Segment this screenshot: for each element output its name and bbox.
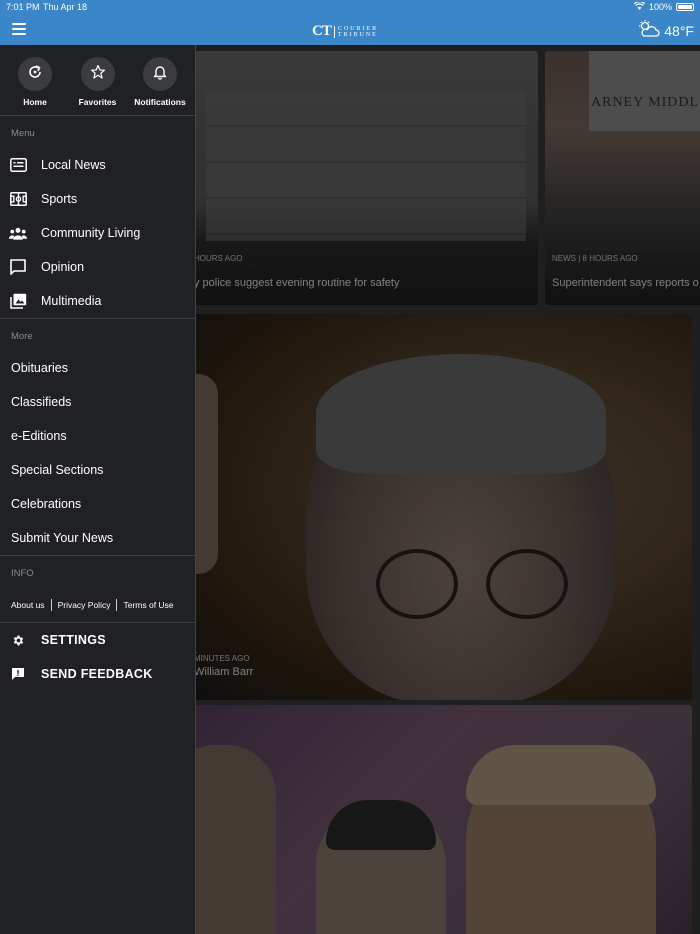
quick-action-notifications[interactable]: Notifications [129,57,191,115]
refresh-icon [27,64,43,85]
bell-icon [152,64,168,85]
menu-item-obituaries[interactable]: Obituaries [0,351,195,385]
quick-action-home[interactable]: Home [4,57,66,115]
notifications-button-circle [143,57,177,91]
feedback-icon [11,667,25,681]
menu-item-e-editions[interactable]: e-Editions [0,419,195,453]
newspaper-icon [9,156,27,174]
news-feed: HOURS AGO y police suggest evening routi… [196,45,700,934]
battery-icon [676,3,694,11]
quick-action-favorites[interactable]: Favorites [67,57,129,115]
courier-tribune-logo[interactable]: CT COURIER TRIBUNE [312,23,378,40]
status-right: 100% [633,1,694,12]
logo-line-2: TRIBUNE [337,31,378,38]
menu-item-opinion[interactable]: Opinion [0,250,195,284]
speech-bubble-icon [9,258,27,276]
menu-item-label: Multimedia [41,294,102,308]
favorites-button-circle [80,57,115,91]
photo-library-icon [9,292,27,310]
terms-of-use-link[interactable]: Terms of Use [123,600,173,610]
menu-item-label: Local News [41,158,106,172]
link-separator [116,599,118,611]
menu-item-community-living[interactable]: Community Living [0,216,195,250]
navigation-drawer: Home Favorites Notifications Menu Local … [0,45,196,934]
weather-widget[interactable]: 48°F [638,20,694,41]
menu-item-label: Community Living [41,226,141,240]
menu-section-label: Menu [11,128,35,139]
status-bar: 7:01 PM Thu Apr 18 100% [0,0,700,14]
star-icon [90,64,106,85]
send-feedback-button[interactable]: SEND FEEDBACK [0,657,195,691]
settings-button[interactable]: SETTINGS [0,623,195,657]
menu-item-sports[interactable]: Sports [0,182,195,216]
app-header: CT COURIER TRIBUNE 48°F [0,14,700,45]
temperature: 48°F [664,22,694,39]
more-section-label: More [11,331,33,342]
menu-item-special-sections[interactable]: Special Sections [0,453,195,487]
soccer-field-icon [9,190,27,208]
quick-action-label: Notifications [134,97,186,107]
menu-item-label: Opinion [41,260,85,274]
menu-item-celebrations[interactable]: Celebrations [0,487,195,521]
home-button-circle [18,57,52,91]
menu-item-multimedia[interactable]: Multimedia [0,284,195,318]
quick-actions: Home Favorites Notifications [0,45,195,115]
status-time: 7:01 PM [6,2,40,12]
wifi-icon [633,1,646,12]
quick-action-label: Home [23,97,47,107]
group-icon [9,224,27,242]
hamburger-menu-icon[interactable] [12,23,26,35]
partly-cloudy-icon [638,20,660,41]
info-section-label: INFO [11,568,34,579]
drawer-overlay[interactable] [196,45,700,934]
menu-item-submit-your-news[interactable]: Submit Your News [0,521,195,555]
gear-icon [11,633,25,647]
logo-mark: CT [312,23,332,39]
quick-action-label: Favorites [78,97,117,107]
link-separator [50,599,52,611]
send-feedback-label: SEND FEEDBACK [41,667,153,681]
logo-words: COURIER TRIBUNE [333,25,378,38]
menu-item-local-news[interactable]: Local News [0,148,195,182]
menu-item-label: Sports [41,192,78,206]
settings-label: SETTINGS [41,633,106,647]
menu-item-classifieds[interactable]: Classifieds [0,385,195,419]
battery-percent: 100% [648,2,672,12]
about-us-link[interactable]: About us [11,600,45,610]
info-links: About us Privacy Policy Terms of Use [0,588,195,622]
privacy-policy-link[interactable]: Privacy Policy [58,600,111,610]
status-date: Thu Apr 18 [43,2,88,12]
